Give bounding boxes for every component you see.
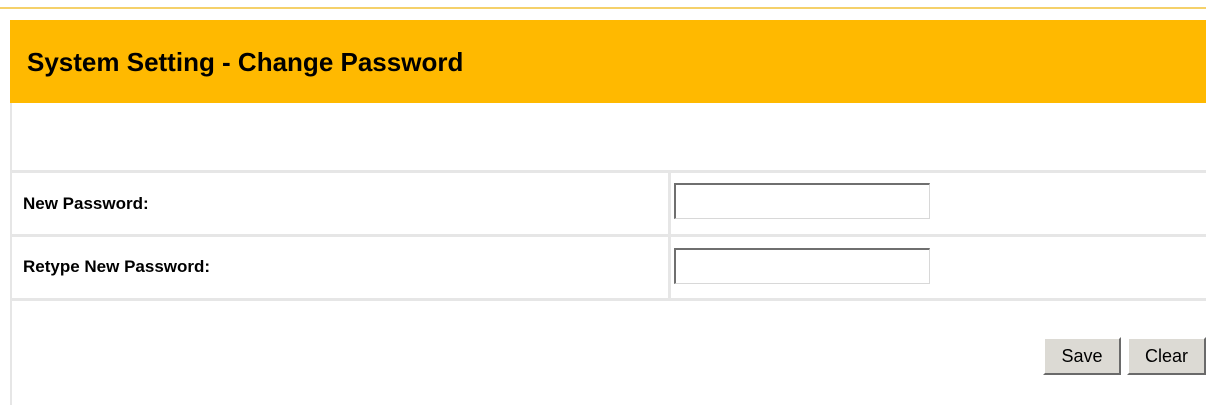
form-column-divider [668,170,671,301]
page-title: System Setting - Change Password [27,47,464,77]
new-password-label: New Password: [23,194,149,213]
page-header: System Setting - Change Password [10,20,1206,103]
clear-button[interactable]: Clear [1127,337,1206,375]
new-password-input[interactable] [674,183,930,219]
retype-new-password-input[interactable] [674,248,930,284]
retype-new-password-label: Retype New Password: [23,257,211,276]
save-button[interactable]: Save [1043,337,1121,375]
form-divider-middle [10,234,1206,237]
form-left-border [10,103,12,405]
form-divider-bottom [10,298,1206,301]
top-divider [0,7,1206,9]
form-divider-top [10,170,1206,173]
